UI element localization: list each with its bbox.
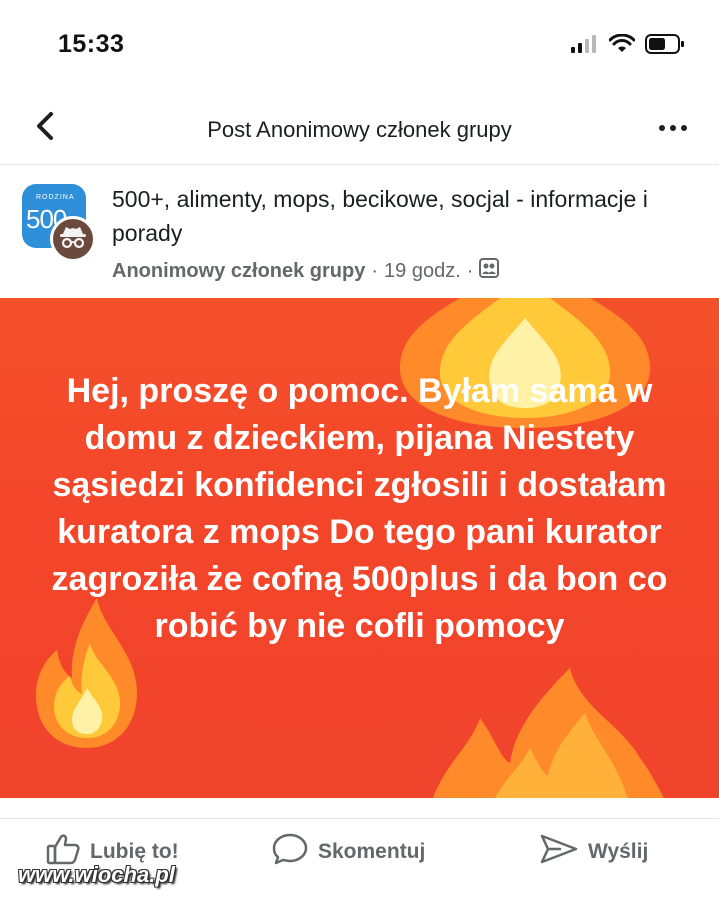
signal-icon — [571, 35, 599, 58]
more-icon — [659, 125, 665, 131]
post-body[interactable]: Hej, proszę o pomoc. Byłam sama w domu z… — [0, 298, 719, 798]
group-avatar-small-text: RODZINA — [36, 194, 75, 201]
post-header: RODZINA 500 500+, alimenty, mops, beciko… — [0, 168, 719, 298]
post-author: Anonimowy członek grupy — [112, 259, 366, 282]
watermark: www.wiocha.pl — [18, 862, 175, 887]
post-meta: Anonimowy członek grupy · 19 godz. · — [112, 258, 500, 284]
more-icon-dot — [670, 125, 676, 131]
flame-icon — [430, 668, 670, 798]
page-title: Post Anonimowy członek grupy — [207, 117, 512, 142]
post-time[interactable]: 19 godz. — [384, 260, 461, 283]
status-icons — [571, 33, 685, 59]
like-label: Lubię to! — [90, 840, 179, 863]
incognito-icon — [58, 225, 88, 254]
group-name[interactable]: 500+, alimenty, mops, becikowe, socjal -… — [112, 182, 692, 250]
group-members-icon — [479, 258, 500, 284]
send-button[interactable]: Wyślij — [540, 833, 648, 871]
status-time: 15:33 — [58, 30, 125, 58]
comment-button[interactable]: Skomentuj — [272, 833, 425, 871]
wifi-icon — [608, 33, 636, 59]
anonymous-avatar — [50, 216, 96, 262]
status-bar: 15:33 — [0, 0, 719, 90]
meta-separator: · — [371, 259, 379, 282]
more-icon-dot — [681, 125, 687, 131]
battery-icon — [645, 34, 685, 59]
comment-icon — [272, 833, 308, 871]
comment-label: Skomentuj — [318, 840, 426, 863]
send-label: Wyślij — [588, 840, 649, 863]
post-text: Hej, proszę o pomoc. Byłam sama w domu z… — [51, 372, 668, 645]
meta-separator: · — [466, 259, 474, 282]
send-icon — [540, 833, 578, 871]
nav-bar: Post Anonimowy członek grupy — [0, 95, 719, 165]
more-button[interactable] — [653, 113, 693, 143]
